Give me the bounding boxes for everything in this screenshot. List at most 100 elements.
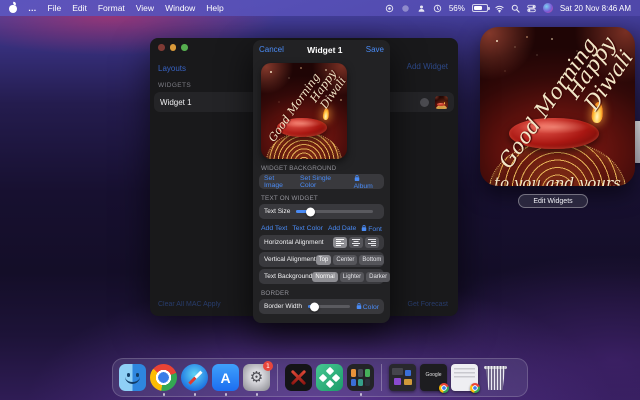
set-single-color-link[interactable]: Set Single Color <box>300 175 348 189</box>
lock-icon <box>356 302 362 310</box>
menu-bar-clock[interactable]: Sat 20 Nov 8:46 AM <box>560 4 631 13</box>
window-traffic-lights <box>158 44 188 51</box>
add-text-link[interactable]: Add Text <box>261 225 287 232</box>
add-date-link[interactable]: Add Date <box>328 225 356 232</box>
valign-center-button[interactable]: Center <box>333 255 357 265</box>
clear-all-link[interactable]: Clear All MAC Apply <box>158 301 221 308</box>
vpn-icon[interactable] <box>417 4 426 13</box>
apple-menu-icon[interactable] <box>9 3 17 13</box>
text-links-row: Add Text Text Color Add Date Font <box>259 221 384 235</box>
diwali-widget-large[interactable]: Good Morning HappyDiwali to you and your… <box>480 27 635 186</box>
finder-dock-icon[interactable] <box>119 364 146 391</box>
text-color-link[interactable]: Text Color <box>292 225 323 232</box>
textbg-darker-button[interactable]: Darker <box>366 272 390 282</box>
menu-file[interactable]: File <box>48 3 62 13</box>
menu-help[interactable]: Help <box>206 3 223 13</box>
minimized-light-window-thumbnail[interactable] <box>451 364 478 391</box>
spotlight-search-icon[interactable] <box>511 4 520 13</box>
widget-grid-app-dock-icon[interactable] <box>347 364 374 391</box>
widget-row-thumbnail <box>435 96 448 109</box>
border-color-link[interactable]: Color <box>356 302 379 311</box>
closing-text: to you and yours <box>480 174 635 186</box>
screen-recording-icon[interactable] <box>385 4 394 13</box>
horizontal-alignment-label: Horizontal Alignment <box>264 239 324 246</box>
widget-background-header: WIDGET BACKGROUND <box>261 165 382 172</box>
valign-top-button[interactable]: Top <box>316 255 332 265</box>
notification-badge: 1 <box>263 361 273 371</box>
valign-bottom-button[interactable]: Bottom <box>359 255 384 265</box>
set-image-link[interactable]: Set Image <box>264 175 294 189</box>
lock-icon <box>354 174 360 182</box>
add-widget-link[interactable]: Add Widget <box>407 62 448 71</box>
text-size-slider[interactable] <box>296 210 373 213</box>
control-center-icon[interactable] <box>527 4 536 13</box>
menu-edit[interactable]: Edit <box>72 3 87 13</box>
border-width-row: Border Width Color <box>259 299 384 314</box>
running-indicator <box>360 393 363 396</box>
running-indicator <box>194 393 197 396</box>
widget-background-row: Set Image Set Single Color Album <box>259 174 384 189</box>
layouts-link[interactable]: Layouts <box>158 64 186 73</box>
text-background-label: Text Background <box>264 273 312 280</box>
border-width-slider[interactable] <box>308 305 350 308</box>
minimized-window-thumbnail[interactable] <box>389 364 416 391</box>
border-width-label: Border Width <box>264 303 302 310</box>
align-left-button[interactable] <box>333 237 347 248</box>
align-right-button[interactable] <box>365 237 379 248</box>
widget-row-handle[interactable] <box>420 98 429 107</box>
trash-dock-icon[interactable] <box>482 364 509 391</box>
menu-format[interactable]: Format <box>98 3 125 13</box>
dock-separator <box>277 364 278 391</box>
running-indicator <box>163 393 166 396</box>
battery-icon <box>472 4 488 12</box>
wifi-icon[interactable] <box>495 4 504 13</box>
save-button[interactable]: Save <box>366 45 384 54</box>
widgets-section-header: WIDGETS <box>158 82 191 89</box>
font-link[interactable]: Font <box>361 224 382 233</box>
app-menu[interactable]: … <box>28 3 37 13</box>
minimized-google-window-thumbnail[interactable]: Google <box>420 364 447 391</box>
sparkles-decoration <box>496 40 498 42</box>
close-window-button[interactable] <box>158 44 165 51</box>
menu-window[interactable]: Window <box>165 3 195 13</box>
running-indicator <box>225 393 228 396</box>
dock: A ⚙1 Google <box>112 358 528 397</box>
menu-bar: … File Edit Format View Window Help 56% … <box>0 0 640 16</box>
text-on-widget-header: TEXT ON WIDGET <box>261 195 382 202</box>
zoom-window-button[interactable] <box>181 44 188 51</box>
system-preferences-dock-icon[interactable]: ⚙1 <box>243 364 270 391</box>
safari-dock-icon[interactable] <box>181 364 208 391</box>
minimize-window-button[interactable] <box>170 44 177 51</box>
border-width-slider-thumb[interactable] <box>310 302 319 311</box>
desktop: … File Edit Format View Window Help 56% … <box>0 0 640 400</box>
textbg-normal-button[interactable]: Normal <box>312 272 337 282</box>
do-not-disturb-icon[interactable] <box>401 4 410 13</box>
horizontal-alignment-row: Horizontal Alignment <box>259 235 384 250</box>
widget-edit-sheet: Cancel Widget 1 Save Good Morning HappyD… <box>253 40 390 323</box>
chrome-badge-icon <box>470 383 480 393</box>
black-red-app-dock-icon[interactable] <box>285 364 312 391</box>
border-header: BORDER <box>261 290 382 297</box>
siri-icon[interactable] <box>543 3 553 13</box>
running-indicator <box>256 393 259 396</box>
menu-view[interactable]: View <box>136 3 154 13</box>
green-diamond-app-dock-icon[interactable] <box>316 364 343 391</box>
align-center-button[interactable] <box>349 237 363 248</box>
lock-icon <box>361 224 367 232</box>
sheet-header: Cancel Widget 1 Save <box>259 40 384 59</box>
sync-icon[interactable] <box>433 4 442 13</box>
vertical-alignment-row: Vertical Alignment Top Center Bottom <box>259 252 384 267</box>
dock-separator <box>381 364 382 391</box>
get-forecast-link[interactable]: Get Forecast <box>408 301 448 308</box>
edit-widgets-button[interactable]: Edit Widgets <box>518 194 588 208</box>
text-size-slider-thumb[interactable] <box>306 207 315 216</box>
text-background-row: Text Background Normal Lighter Darker <box>259 269 384 284</box>
chrome-badge-icon <box>439 383 449 393</box>
app-store-dock-icon[interactable]: A <box>212 364 239 391</box>
vertical-alignment-label: Vertical Alignment <box>264 256 316 263</box>
album-link[interactable]: Album <box>354 174 379 190</box>
sheet-title: Widget 1 <box>307 45 342 55</box>
chrome-dock-icon[interactable] <box>150 364 177 391</box>
cancel-button[interactable]: Cancel <box>259 45 284 54</box>
textbg-lighter-button[interactable]: Lighter <box>340 272 364 282</box>
